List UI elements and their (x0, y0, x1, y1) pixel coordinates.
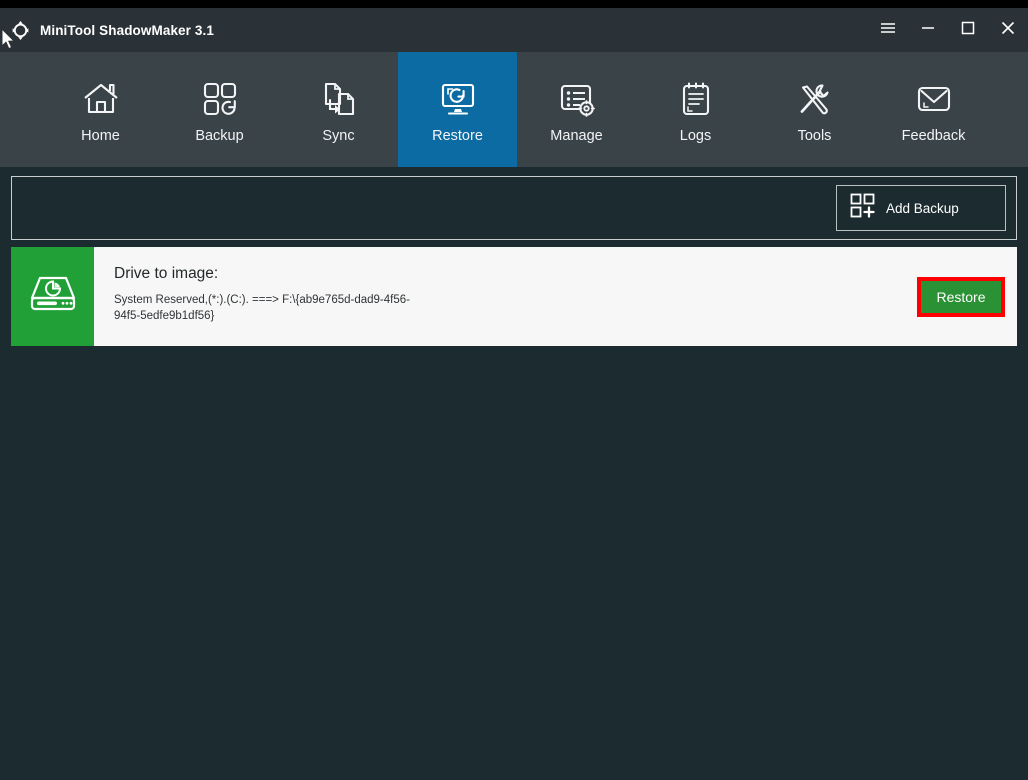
nav-item-tools[interactable]: Tools (755, 52, 874, 167)
nav-item-home[interactable]: Home (41, 52, 160, 167)
nav-item-restore[interactable]: Restore (398, 52, 517, 167)
nav-label-tools: Tools (797, 127, 832, 144)
manage-icon (556, 76, 598, 122)
close-icon (998, 18, 1018, 43)
hard-drive-icon (27, 272, 79, 321)
restore-icon (437, 76, 479, 122)
restore-button[interactable]: Restore (921, 280, 1001, 313)
nav-item-manage[interactable]: Manage (517, 52, 636, 167)
nav-item-sync[interactable]: Sync (279, 52, 398, 167)
feedback-icon (913, 76, 955, 122)
nav-label-manage: Manage (550, 127, 603, 144)
empty-content-area (0, 346, 1028, 780)
hamburger-menu-icon (878, 18, 898, 43)
sync-icon (318, 76, 360, 122)
title-bar: MiniTool ShadowMaker 3.1 (0, 8, 1028, 52)
backup-entry-title: Drive to image: (114, 265, 219, 282)
nav-label-home: Home (81, 127, 120, 144)
window-title: MiniTool ShadowMaker 3.1 (40, 22, 214, 38)
tools-icon (794, 76, 836, 122)
minimize-button[interactable] (908, 8, 948, 52)
nav-item-logs[interactable]: Logs (636, 52, 755, 167)
restore-button-highlight: Restore (917, 276, 1005, 317)
toolbar-area: Add Backup (0, 167, 1028, 240)
maximize-icon (958, 18, 978, 43)
nav-item-feedback[interactable]: Feedback (874, 52, 993, 167)
application-window: MiniTool ShadowMaker 3.1 Home Backup Syn… (0, 8, 1028, 780)
title-bar-left: MiniTool ShadowMaker 3.1 (0, 20, 214, 41)
nav-label-backup: Backup (195, 127, 244, 144)
add-backup-label: Add Backup (886, 200, 959, 216)
logs-icon (675, 76, 717, 122)
nav-label-logs: Logs (679, 127, 712, 144)
backup-list: Drive to image: System Reserved,(*:).(C:… (0, 240, 1028, 346)
main-navigation: Home Backup Sync Restore Manage Logs Too… (0, 52, 1028, 167)
home-icon (80, 76, 122, 122)
nav-label-feedback: Feedback (901, 127, 966, 144)
screenshot-root: MiniTool ShadowMaker 3.1 Home Backup Syn… (0, 0, 1028, 780)
minimize-icon (918, 18, 938, 43)
backup-entry-thumbnail (11, 247, 94, 346)
add-backup-button[interactable]: Add Backup (836, 185, 1006, 231)
nav-item-backup[interactable]: Backup (160, 52, 279, 167)
close-button[interactable] (988, 8, 1028, 52)
shadowmaker-logo-icon (10, 20, 31, 41)
nav-label-sync: Sync (322, 127, 355, 144)
backup-entry-details: Drive to image: System Reserved,(*:).(C:… (94, 247, 917, 346)
backup-entry-path: System Reserved,(*:).(C:). ===> F:\{ab9e… (114, 294, 410, 322)
menu-button[interactable] (868, 8, 908, 52)
window-controls (868, 8, 1028, 52)
add-backup-grid-plus-icon (850, 193, 876, 224)
restore-toolbar: Add Backup (11, 176, 1017, 240)
maximize-button[interactable] (948, 8, 988, 52)
nav-label-restore: Restore (432, 127, 483, 144)
backup-entry-card[interactable]: Drive to image: System Reserved,(*:).(C:… (11, 247, 1017, 346)
backup-entry-actions: Restore (917, 247, 1017, 346)
backup-icon (199, 76, 241, 122)
